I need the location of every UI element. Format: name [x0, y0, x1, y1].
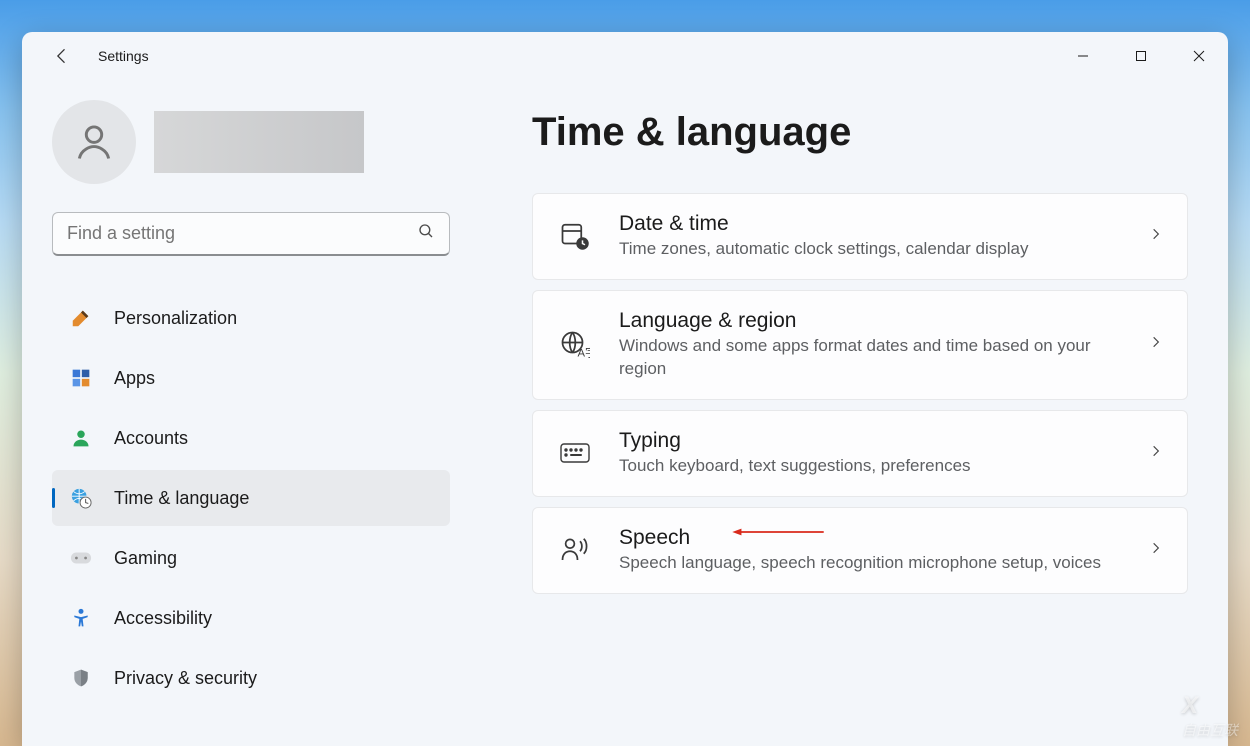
sidebar-item-privacy-security[interactable]: Privacy & security — [52, 650, 450, 706]
search-icon — [417, 222, 435, 245]
profile-header[interactable] — [52, 100, 482, 184]
accessibility-icon — [70, 607, 92, 629]
watermark-small: 自由互联 — [1182, 720, 1238, 740]
paintbrush-icon — [70, 307, 92, 329]
sidebar-item-label: Accessibility — [114, 608, 212, 629]
card-typing[interactable]: Typing Touch keyboard, text suggestions,… — [532, 410, 1188, 497]
globe-char-icon: A字 — [559, 329, 591, 361]
window-controls — [1054, 36, 1228, 76]
sidebar-item-apps[interactable]: Apps — [52, 350, 450, 406]
close-icon — [1193, 50, 1205, 62]
globe-clock-icon — [70, 487, 92, 509]
close-button[interactable] — [1170, 36, 1228, 76]
profile-name-redacted — [154, 111, 364, 173]
sidebar-item-accounts[interactable]: Accounts — [52, 410, 450, 466]
chevron-right-icon — [1149, 444, 1163, 463]
sidebar-item-label: Personalization — [114, 308, 237, 329]
sidebar-item-label: Gaming — [114, 548, 177, 569]
watermark-big: X — [1182, 692, 1198, 719]
maximize-icon — [1135, 50, 1147, 62]
person-green-icon — [70, 427, 92, 449]
minimize-icon — [1077, 50, 1089, 62]
main-panel: Time & language Date & time Time zones, … — [482, 80, 1228, 746]
sidebar-item-personalization[interactable]: Personalization — [52, 290, 450, 346]
card-title: Speech — [619, 526, 1121, 550]
sidebar-item-gaming[interactable]: Gaming — [52, 530, 450, 586]
chevron-right-icon — [1149, 541, 1163, 560]
apps-icon — [70, 367, 92, 389]
card-language-region[interactable]: A字 Language & region Windows and some ap… — [532, 290, 1188, 400]
sidebar-item-label: Apps — [114, 368, 155, 389]
card-speech[interactable]: Speech Speech language, speech recogniti… — [532, 507, 1188, 594]
search-input[interactable] — [67, 223, 417, 244]
svg-text:A字: A字 — [578, 345, 591, 359]
maximize-button[interactable] — [1112, 36, 1170, 76]
sidebar-item-label: Time & language — [114, 488, 249, 509]
window-title: Settings — [98, 48, 149, 64]
card-title: Date & time — [619, 212, 1121, 236]
card-subtitle: Windows and some apps format dates and t… — [619, 335, 1121, 381]
sidebar-nav: Personalization Apps Accounts — [52, 290, 482, 706]
chevron-right-icon — [1149, 227, 1163, 246]
avatar — [52, 100, 136, 184]
person-icon — [72, 120, 116, 164]
card-title: Language & region — [619, 309, 1121, 333]
card-title: Typing — [619, 429, 1121, 453]
page-title: Time & language — [532, 110, 1188, 155]
card-subtitle: Speech language, speech recognition micr… — [619, 552, 1121, 575]
card-subtitle: Time zones, automatic clock settings, ca… — [619, 238, 1121, 261]
chevron-right-icon — [1149, 335, 1163, 354]
calendar-clock-icon — [559, 220, 591, 252]
content: Personalization Apps Accounts — [22, 80, 1228, 746]
sidebar-item-time-language[interactable]: Time & language — [52, 470, 450, 526]
sidebar-item-accessibility[interactable]: Accessibility — [52, 590, 450, 646]
sidebar: Personalization Apps Accounts — [22, 80, 482, 746]
sidebar-item-label: Privacy & security — [114, 668, 257, 689]
back-button[interactable] — [42, 36, 82, 76]
card-subtitle: Touch keyboard, text suggestions, prefer… — [619, 455, 1121, 478]
settings-window: Settings — [22, 32, 1228, 746]
keyboard-icon — [559, 437, 591, 469]
watermark: X 自由互联 — [1182, 692, 1238, 740]
sidebar-item-label: Accounts — [114, 428, 188, 449]
gamepad-icon — [70, 547, 92, 569]
shield-icon — [70, 667, 92, 689]
minimize-button[interactable] — [1054, 36, 1112, 76]
speech-icon — [559, 534, 591, 566]
titlebar: Settings — [22, 32, 1228, 80]
card-date-time[interactable]: Date & time Time zones, automatic clock … — [532, 193, 1188, 280]
search-box[interactable] — [52, 212, 450, 256]
back-arrow-icon — [52, 46, 72, 66]
